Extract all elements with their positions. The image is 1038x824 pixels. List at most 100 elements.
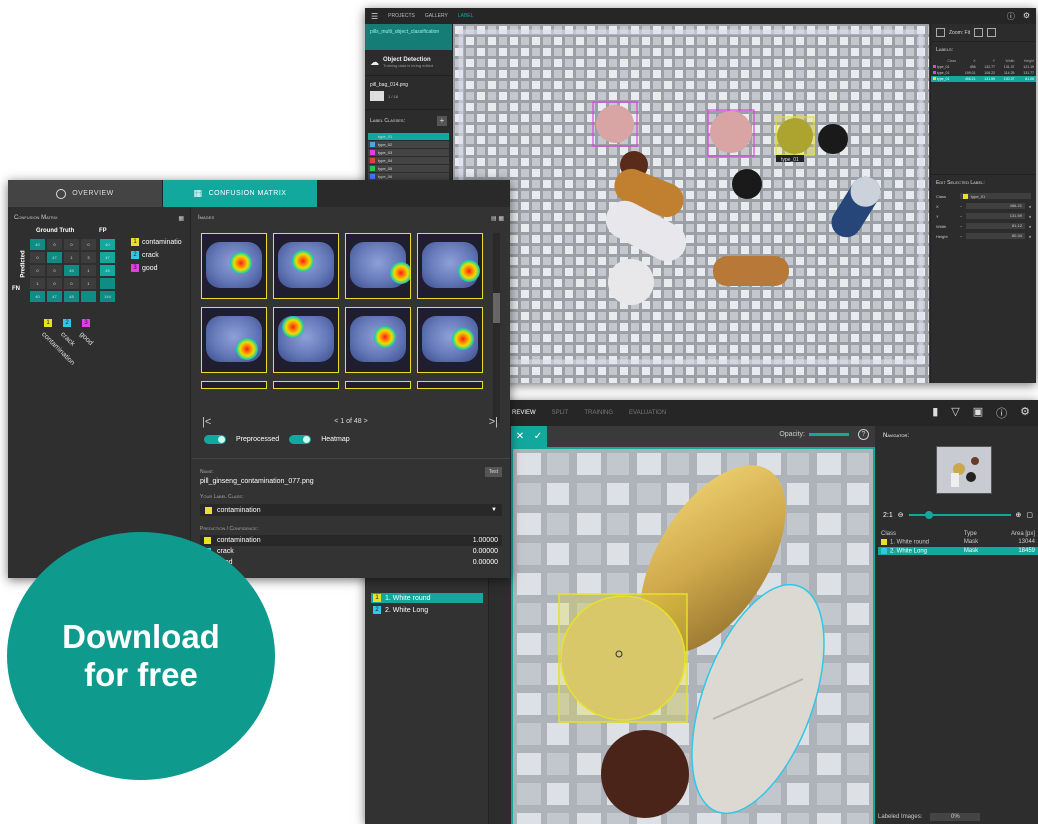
review-canvas[interactable] [511, 447, 875, 824]
scrollbar-thumb[interactable] [493, 293, 500, 323]
tab-overview[interactable]: OVERVIEW [8, 180, 163, 207]
label-class-item[interactable]: type_06 [368, 173, 449, 180]
minus-icon[interactable]: − [960, 214, 962, 219]
filter-icon[interactable]: ▽ [951, 405, 959, 421]
first-page-icon[interactable]: |< [202, 416, 211, 428]
gallery-thumbnail[interactable] [273, 233, 339, 299]
stepper-icon[interactable]: ♦ [1029, 204, 1031, 209]
zoom-in-icon[interactable]: ⊕ [1016, 511, 1022, 519]
last-page-icon[interactable]: >| [489, 416, 498, 428]
cm-cell[interactable]: 0 [30, 265, 45, 276]
zoom-slider[interactable] [908, 511, 1011, 519]
gallery-scrollbar[interactable] [493, 233, 500, 423]
label-class-item[interactable]: type_01 [368, 133, 449, 140]
tab-review[interactable]: REVIEW [512, 410, 536, 416]
nav-projects[interactable]: PROJECTS [388, 13, 415, 19]
help-icon[interactable]: ⓘ [1007, 11, 1015, 22]
tab-training[interactable]: TRAINING [584, 410, 613, 416]
cm-cell[interactable]: 47 [100, 252, 115, 263]
gallery-thumbnail[interactable] [345, 307, 411, 373]
check-icon[interactable]: ✓ [534, 431, 542, 442]
zoom-out-icon[interactable] [987, 28, 997, 37]
table-row[interactable]: 2. White Long Mask 18459 [878, 546, 1038, 556]
cm-cell[interactable] [81, 291, 96, 302]
cm-cell[interactable]: 0 [64, 278, 79, 289]
edit-field-input[interactable]: 131.59 [966, 213, 1025, 219]
label-class-item[interactable]: type_04 [368, 157, 449, 164]
cm-cell[interactable]: 0 [47, 265, 62, 276]
cm-cell[interactable]: 0 [30, 252, 45, 263]
cm-cell[interactable]: 1 [81, 265, 96, 276]
cm-cell[interactable]: 3 [81, 252, 96, 263]
gallery-icon[interactable]: ▦ [498, 216, 504, 222]
help-icon[interactable]: ? [858, 429, 869, 440]
preprocessed-toggle[interactable] [204, 435, 226, 444]
label-class-item[interactable]: type_03 [368, 149, 449, 156]
nav-gallery[interactable]: GALLERY [425, 13, 448, 19]
close-icon[interactable]: ✕ [516, 431, 524, 442]
navigator-thumbnail[interactable] [936, 446, 992, 494]
cm-cell[interactable]: 0 [47, 239, 62, 250]
stepper-icon[interactable]: ♦ [1029, 214, 1031, 219]
gear-icon[interactable]: ⚙ [1023, 11, 1030, 22]
gallery-thumbnail[interactable] [201, 381, 267, 389]
opacity-slider[interactable] [809, 433, 849, 436]
table-row[interactable]: type_01 456.21 131.59 100.37 81.06 [931, 76, 1036, 82]
next-icon[interactable]: > [364, 418, 368, 425]
fit-icon[interactable] [936, 28, 945, 37]
gallery-thumbnail[interactable] [417, 233, 483, 299]
edit-field-input[interactable]: 456.21 [966, 203, 1025, 209]
minus-icon[interactable]: − [960, 234, 962, 239]
add-class-button[interactable]: + [437, 116, 447, 126]
cm-cell[interactable]: 1 [81, 278, 96, 289]
gallery-thumbnail[interactable] [417, 307, 483, 373]
fit-screen-icon[interactable]: ▢ [1026, 511, 1033, 519]
cm-cell[interactable]: 1 [30, 278, 45, 289]
zoom-out-icon[interactable]: ⊖ [898, 511, 904, 519]
cm-cell[interactable]: 40 [30, 291, 45, 302]
tab-split[interactable]: SPLIT [552, 410, 569, 416]
image-icon[interactable] [370, 91, 384, 101]
edit-field-input[interactable]: 80.34 [966, 233, 1025, 239]
label-class-select[interactable]: contamination ▼ [200, 504, 502, 516]
help-icon[interactable]: ⓘ [996, 405, 1007, 421]
edit-field-input[interactable]: 81.12 [966, 223, 1025, 229]
cm-cell[interactable]: 40 [100, 239, 115, 250]
gallery-thumbnail[interactable] [201, 233, 267, 299]
table-icon[interactable]: ▦ [178, 215, 184, 222]
image-viewer[interactable]: type_01 [453, 24, 929, 383]
cm-cell[interactable]: 0 [81, 239, 96, 250]
class-list-item[interactable]: 1 1. White round [371, 593, 483, 603]
label-class-item[interactable]: type_05 [368, 165, 449, 172]
cm-cell[interactable]: 47 [47, 291, 62, 302]
gallery-thumbnail[interactable] [417, 381, 483, 389]
cm-cell[interactable]: 45 [64, 265, 79, 276]
gallery-thumbnail[interactable] [345, 233, 411, 299]
cm-cell[interactable]: 144 [100, 291, 115, 302]
cm-cell[interactable]: 1 [64, 252, 79, 263]
stepper-icon[interactable]: ♦ [1029, 224, 1031, 229]
chart-icon[interactable]: ▮ [932, 405, 938, 421]
test-button[interactable]: Test [484, 467, 502, 477]
cm-cell[interactable]: 48 [64, 291, 79, 302]
list-icon[interactable]: ▤ [491, 216, 497, 222]
cm-cell[interactable] [100, 278, 115, 289]
cm-cell[interactable]: 40 [30, 239, 45, 250]
gallery-thumbnail[interactable] [345, 381, 411, 389]
image-icon[interactable]: ▣ [973, 405, 983, 421]
cm-cell[interactable]: 45 [100, 265, 115, 276]
cm-cell[interactable]: 0 [47, 278, 62, 289]
stepper-icon[interactable]: ♦ [1029, 234, 1031, 239]
class-list-item[interactable]: 2 2. White Long [371, 605, 483, 615]
prev-icon[interactable]: < [334, 418, 338, 425]
table-row[interactable]: 1. White round Mask 13044 [878, 538, 1038, 547]
gallery-thumbnail[interactable] [273, 307, 339, 373]
gallery-thumbnail[interactable] [273, 381, 339, 389]
nav-label[interactable]: LABEL [458, 13, 474, 19]
gallery-thumbnail[interactable] [201, 307, 267, 373]
cm-cell[interactable]: 47 [47, 252, 62, 263]
minus-icon[interactable]: − [960, 224, 962, 229]
edit-class-select[interactable]: type_01 [960, 193, 1031, 199]
tab-evaluation[interactable]: EVALUATION [629, 410, 666, 416]
heatmap-toggle[interactable] [289, 435, 312, 444]
